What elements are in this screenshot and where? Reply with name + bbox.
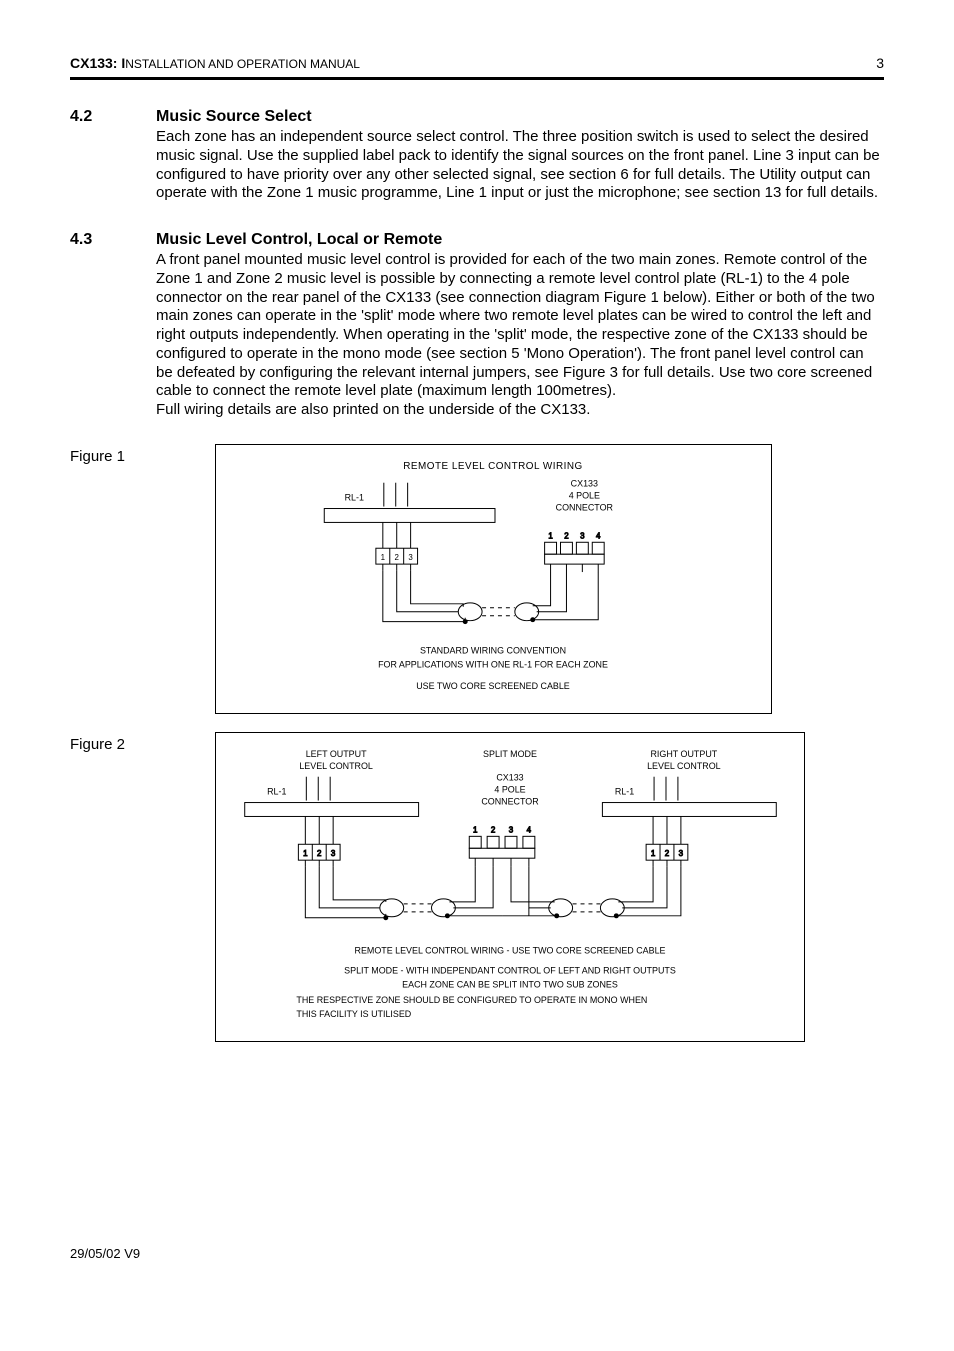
fig1-cp3: 3 [580,531,585,540]
fig1-rl1-pin1: 1 [381,553,386,562]
fig2-r-p3: 3 [679,849,684,858]
fig1-cable-icon [383,570,598,624]
fig2-l-p3: 3 [331,849,336,858]
figure-2-diagram: LEFT OUTPUT LEVEL CONTROL SPLIT MODE RIG… [216,733,804,1041]
fig1-conn-l1: CX133 [571,478,598,488]
figure-1-box: REMOTE LEVEL CONTROL WIRING RL-1 1 [215,444,772,714]
fig1-cap3: USE TWO CORE SCREENED CABLE [416,681,570,691]
fig2-l-p1: 1 [303,849,308,858]
fig2-rl1-left: RL-1 [267,786,286,796]
fig1-rl1-plate [324,508,495,522]
page: CX133: INSTALLATION AND OPERATION MANUAL… [0,0,954,1351]
page-number: 3 [876,55,884,71]
section-4-3-number: 4.3 [70,231,156,249]
fig2-r-p1: 1 [651,849,656,858]
fig2-left-cable-icon [305,866,502,920]
fig1-rl1-pin2: 2 [395,553,400,562]
fig2-cp2: 2 [491,825,496,834]
fig1-cap2: FOR APPLICATIONS WITH ONE RL-1 FOR EACH … [378,659,608,669]
header-title: CX133: INSTALLATION AND OPERATION MANUAL [70,55,360,71]
fig1-conn-l3: CONNECTOR [556,502,614,512]
figure-1-row: Figure 1 REMOTE LEVEL CONTROL WIRING RL-… [70,444,884,714]
fig2-connector-icon: 1 2 3 4 [469,825,535,866]
figure-2-row: Figure 2 LEFT OUTPUT LEVEL CONTROL SPLIT… [70,732,884,1042]
fig1-connector-icon: 1 2 3 4 [545,531,605,572]
fig2-right2: LEVEL CONTROL [647,761,721,771]
section-4-3-text1: A front panel mounted music level contro… [156,251,884,401]
fig2-right1: RIGHT OUTPUT [650,749,717,759]
figure-2-label: Figure 2 [70,732,215,753]
section-4-3-text2: Full wiring details are also printed on … [156,401,884,420]
fig2-right-cable-icon [502,866,681,918]
fig1-cap1: STANDARD WIRING CONVENTION [420,645,566,655]
fig1-cp1: 1 [548,531,553,540]
fig2-right-pot-icon [654,776,678,800]
fig2-cap4: THE RESPECTIVE ZONE SHOULD BE CONFIGURED… [296,995,647,1005]
fig1-rl1-pin3: 3 [408,553,413,562]
page-header: CX133: INSTALLATION AND OPERATION MANUAL… [70,55,884,75]
fig2-left2: LEVEL CONTROL [299,761,373,771]
fig2-cp4: 4 [527,825,532,834]
fig2-left-plate [245,802,419,816]
fig2-conn3: CONNECTOR [481,796,539,806]
fig1-pot-icon [384,482,408,506]
fig1-conn-l2: 4 POLE [569,490,600,500]
fig2-right-plate [602,802,776,816]
fig2-cap1: REMOTE LEVEL CONTROL WIRING - USE TWO CO… [354,945,665,955]
fig2-left-terminals: 1 2 3 [298,816,340,866]
footer-text: 29/05/02 V9 [70,1246,140,1261]
section-4-3-title: Music Level Control, Local or Remote [156,231,884,249]
fig1-cp4: 4 [596,531,601,540]
section-4-2-number: 4.2 [70,108,156,126]
fig2-cp1: 1 [473,825,478,834]
figure-2-box: LEFT OUTPUT LEVEL CONTROL SPLIT MODE RIG… [215,732,805,1042]
fig2-r-p2: 2 [665,849,670,858]
header-product-rest-small: NSTALLATION AND OPERATION MANUAL [125,57,360,71]
fig2-cap5: THIS FACILITY IS UTILISED [296,1009,411,1019]
figure-1-label: Figure 1 [70,444,215,465]
section-4-3: 4.3 Music Level Control, Local or Remote… [70,231,884,420]
section-4-2-title: Music Source Select [156,108,884,126]
fig2-cp3: 3 [509,825,514,834]
fig2-l-p2: 2 [317,849,322,858]
section-4-2-text: Each zone has an independent source sele… [156,128,884,203]
header-product-bold: CX133: [70,55,117,71]
section-4-2: 4.2 Music Source Select Each zone has an… [70,108,884,203]
fig2-conn2: 4 POLE [494,784,525,794]
fig1-rl1-label: RL-1 [345,492,364,502]
section-4-2-body: Music Source Select Each zone has an ind… [156,108,884,203]
fig2-conn1: CX133 [496,772,523,782]
section-4-3-body: Music Level Control, Local or Remote A f… [156,231,884,420]
fig2-rl1-right: RL-1 [615,786,634,796]
fig1-title: REMOTE LEVEL CONTROL WIRING [403,461,582,472]
fig2-mid: SPLIT MODE [483,749,537,759]
fig2-cap2: SPLIT MODE - WITH INDEPENDANT CONTROL OF… [344,965,676,975]
fig2-left1: LEFT OUTPUT [306,749,367,759]
header-rule [70,77,884,80]
fig2-right-terminals: 1 2 3 [646,816,688,866]
fig1-cp2: 2 [564,531,569,540]
fig2-left-pot-icon [306,776,330,800]
fig1-rl1-terminals: 1 2 3 [376,522,418,570]
figure-1-diagram: REMOTE LEVEL CONTROL WIRING RL-1 1 [216,445,771,713]
fig2-cap3: EACH ZONE CAN BE SPLIT INTO TWO SUB ZONE… [402,979,618,989]
